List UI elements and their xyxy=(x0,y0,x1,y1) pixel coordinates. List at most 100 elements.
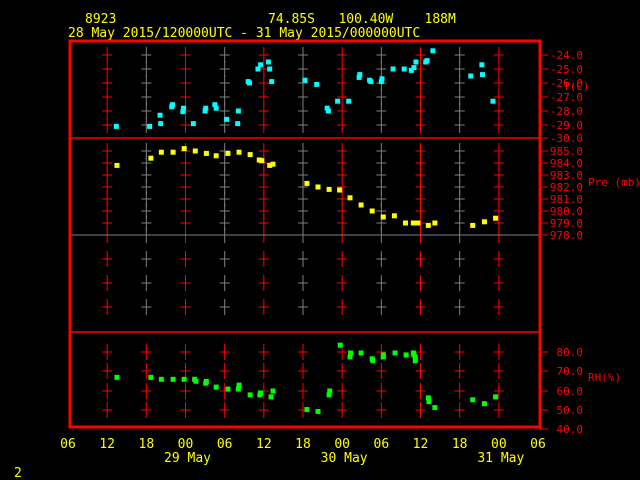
rh-point xyxy=(370,358,376,364)
pressure-point xyxy=(369,208,375,214)
pressure-point xyxy=(358,202,364,208)
pressure-point xyxy=(213,153,219,159)
y-tick-label: -29.0 xyxy=(550,119,583,132)
pressure-point xyxy=(432,220,438,226)
rh-point xyxy=(304,407,310,413)
temperature-point xyxy=(468,73,474,79)
pressure-point xyxy=(402,220,408,226)
pressure-point xyxy=(236,149,242,155)
temperature-point xyxy=(169,102,175,108)
x-tick-label: 06 xyxy=(530,437,546,452)
pressure-point xyxy=(259,158,265,164)
x-tick-label: 18 xyxy=(139,437,155,452)
rh-point xyxy=(347,354,353,360)
rh-point xyxy=(258,390,264,396)
rh-point xyxy=(148,374,154,380)
pressure-point xyxy=(481,219,487,225)
axes: -24.0-25.0-26.0-27.0-28.0-29.0-30.0T(C)9… xyxy=(60,39,640,466)
pressure-point xyxy=(203,150,209,156)
pressure-point xyxy=(114,162,120,168)
temperature-point xyxy=(265,59,271,65)
y-tick-label: -28.0 xyxy=(550,105,583,118)
y-tick-label: -25.0 xyxy=(550,63,583,76)
temperature-point xyxy=(413,59,419,65)
pressure-point xyxy=(415,220,421,226)
temperature-point xyxy=(480,72,486,78)
rh-point xyxy=(327,388,333,394)
rh-point xyxy=(193,378,199,384)
pressure-point xyxy=(391,213,397,219)
pressure-point xyxy=(380,214,386,220)
temperature-point xyxy=(379,76,385,82)
x-tick-label: 00 xyxy=(334,437,350,452)
temperature-point xyxy=(113,123,119,129)
rh-point xyxy=(403,352,409,358)
y-axis-title: T(C) xyxy=(563,80,590,93)
data-marks xyxy=(113,48,499,414)
temperature-point xyxy=(411,65,417,71)
pressure-point xyxy=(493,215,499,221)
temperature-point xyxy=(479,62,485,68)
frame-number: 2 xyxy=(14,466,22,480)
temperature-point xyxy=(190,121,196,127)
rh-point xyxy=(432,405,438,411)
temperature-point xyxy=(302,77,308,83)
temperature-point xyxy=(314,81,320,87)
x-tick-label: 12 xyxy=(99,437,115,452)
y-tick-label: 60.0 xyxy=(557,385,584,398)
pressure-point xyxy=(470,222,476,228)
rh-point xyxy=(235,386,241,392)
meteogram-plot: 8923 74.85S 100.40W 188M 28 May 2015/120… xyxy=(14,12,640,480)
x-tick-label: 12 xyxy=(256,437,272,452)
temperature-point xyxy=(401,66,407,72)
y-tick-label: 50.0 xyxy=(557,404,584,417)
pressure-point xyxy=(337,187,343,193)
pressure-point xyxy=(181,146,187,152)
rh-point xyxy=(268,394,274,400)
pressure-point xyxy=(247,152,253,158)
temperature-point xyxy=(430,48,436,54)
pressure-point xyxy=(410,220,416,226)
pressure-point xyxy=(225,150,231,156)
y-axis-title: RH(%) xyxy=(588,371,621,384)
pressure-point xyxy=(192,148,198,154)
temperature-point xyxy=(235,108,241,114)
temperature-point xyxy=(147,123,153,129)
pressure-point xyxy=(270,161,276,167)
pressure-point xyxy=(425,222,431,228)
pressure-point xyxy=(315,184,321,190)
rh-point xyxy=(337,342,343,348)
temperature-point xyxy=(158,121,164,127)
temperature-point xyxy=(181,105,187,111)
x-tick-label: 00 xyxy=(491,437,507,452)
temperature-point xyxy=(368,79,374,85)
x-tick-label: 00 xyxy=(178,437,194,452)
x-tick-label: 18 xyxy=(452,437,468,452)
temperature-point xyxy=(224,116,230,122)
pressure-point xyxy=(148,155,154,161)
rh-point xyxy=(315,408,321,414)
x-tick-label: 06 xyxy=(60,437,76,452)
rh-point xyxy=(470,397,476,403)
temperature-point xyxy=(335,98,341,104)
plot-frame xyxy=(68,39,542,429)
rh-point xyxy=(225,386,231,392)
temperature-point xyxy=(325,108,331,114)
rh-point xyxy=(270,388,276,394)
y-tick-label: 40.0 xyxy=(557,423,584,436)
pressure-point xyxy=(304,180,310,186)
rh-point xyxy=(426,399,432,405)
temperature-point xyxy=(269,79,275,85)
rh-point xyxy=(247,392,253,398)
temperature-point xyxy=(235,121,241,127)
y-tick-label: 80.0 xyxy=(557,346,584,359)
date-label: 31 May xyxy=(477,451,524,466)
pressure-point xyxy=(347,195,353,201)
x-tick-label: 18 xyxy=(295,437,311,452)
temperature-point xyxy=(424,58,430,64)
temperature-point xyxy=(490,98,496,104)
station-id: 8923 xyxy=(85,12,116,27)
date-label: 29 May xyxy=(164,451,211,466)
rh-point xyxy=(392,350,398,356)
y-axis-title: Pre (mb) xyxy=(588,176,640,189)
